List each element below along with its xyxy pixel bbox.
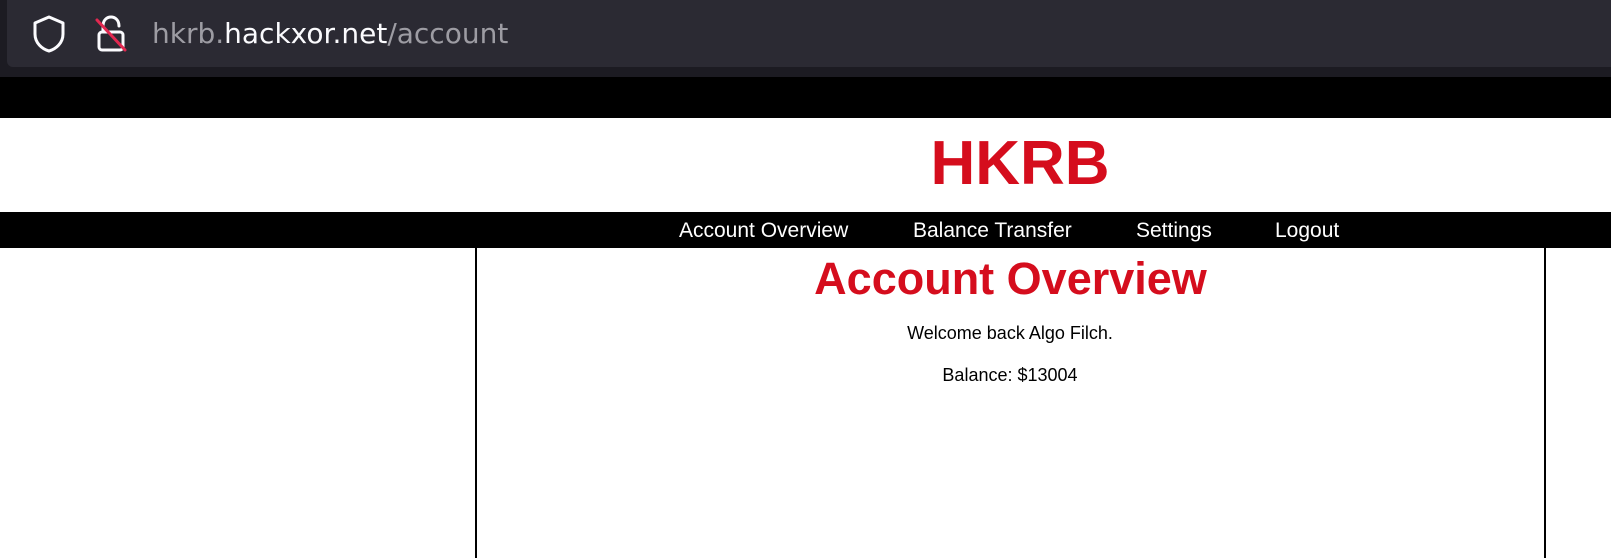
address-bar[interactable]: hkrb.hackxor.net/account: [7, 0, 1611, 67]
url-domain: hackxor.net: [224, 17, 388, 50]
account-content-panel: Account Overview: [475, 248, 1546, 558]
top-banner: [0, 77, 1611, 118]
nav-settings[interactable]: Settings: [1136, 212, 1212, 248]
balance-label: Balance:: [942, 365, 1018, 385]
balance-display: Balance: $13004: [0, 364, 1611, 386]
welcome-message: Welcome back Algo Filch.: [907, 323, 1113, 343]
nav-balance-transfer[interactable]: Balance Transfer: [913, 212, 1072, 248]
site-logo-title: HKRB: [930, 129, 1110, 198]
page-title: Account Overview: [814, 253, 1207, 304]
shield-icon[interactable]: [31, 14, 67, 54]
balance-value: $13004: [1017, 365, 1078, 385]
lock-insecure-icon[interactable]: [93, 14, 129, 54]
url-path: /account: [387, 17, 509, 50]
nav-logout[interactable]: Logout: [1275, 212, 1339, 248]
url-subdomain: hkrb.: [152, 17, 225, 50]
main-nav: Account Overview Balance Transfer Settin…: [0, 212, 1611, 248]
browser-toolbar: hkrb.hackxor.net/account: [0, 0, 1611, 77]
nav-account-overview[interactable]: Account Overview: [679, 212, 848, 248]
url-text[interactable]: hkrb.hackxor.net/account: [152, 14, 508, 54]
